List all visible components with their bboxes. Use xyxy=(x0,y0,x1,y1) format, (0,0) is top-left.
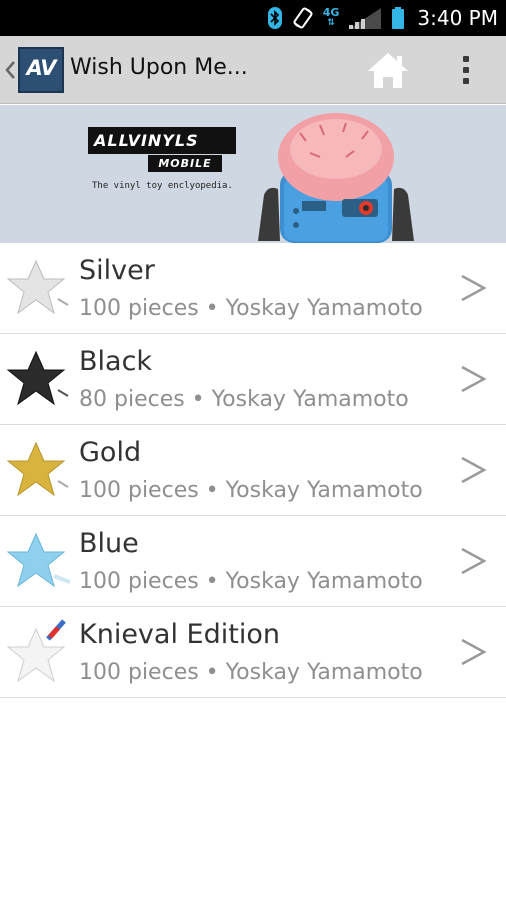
item-name: Black xyxy=(79,346,153,377)
app-logo[interactable]: AV xyxy=(18,47,64,93)
page-title: Wish Upon Me... xyxy=(70,55,248,80)
list-item[interactable]: Gold 100 pieces • Yoskay Yamamoto xyxy=(0,425,506,516)
ad-banner[interactable]: ALLVINYLS MOBILE The vinyl toy enclyoped… xyxy=(0,105,506,243)
item-subtitle: 100 pieces • Yoskay Yamamoto xyxy=(79,296,423,321)
banner-brand-subtitle: MOBILE xyxy=(148,155,222,172)
rotate-icon xyxy=(292,7,313,29)
network-label: 4G xyxy=(322,6,340,19)
item-subtitle: 100 pieces • Yoskay Yamamoto xyxy=(79,478,423,503)
list-item[interactable]: Knieval Edition 100 pieces • Yoskay Yama… xyxy=(0,607,506,698)
chevron-right-icon xyxy=(461,274,487,302)
star-thumbnail-icon xyxy=(6,259,69,315)
item-name: Silver xyxy=(79,255,155,286)
action-bar: AV Wish Upon Me... xyxy=(0,36,506,104)
app-logo-text: AV xyxy=(26,56,56,80)
clock: 3:40 PM xyxy=(417,6,498,30)
item-name: Knieval Edition xyxy=(79,619,280,650)
overflow-menu-icon[interactable] xyxy=(458,52,474,88)
chevron-right-icon xyxy=(461,547,487,575)
status-icons: 4G ⇅ 3:40 PM xyxy=(267,0,498,36)
bluetooth-icon xyxy=(267,7,282,29)
item-list: Silver 100 pieces • Yoskay Yamamoto Blac… xyxy=(0,243,506,698)
home-icon[interactable] xyxy=(366,50,410,90)
signal-icon xyxy=(349,8,382,29)
star-thumbnail-icon xyxy=(6,350,69,406)
banner-brand-title: ALLVINYLS xyxy=(88,127,236,154)
star-thumbnail-icon xyxy=(6,532,71,588)
chevron-right-icon xyxy=(461,638,487,666)
star-thumbnail-icon xyxy=(6,619,66,683)
item-subtitle: 100 pieces • Yoskay Yamamoto xyxy=(79,569,423,594)
chevron-right-icon xyxy=(461,365,487,393)
up-caret-icon[interactable] xyxy=(4,58,16,82)
list-item[interactable]: Silver 100 pieces • Yoskay Yamamoto xyxy=(0,243,506,334)
battery-icon xyxy=(392,7,405,29)
banner-tagline: The vinyl toy enclyopedia. xyxy=(92,181,233,191)
star-thumbnail-icon xyxy=(6,441,69,497)
network-4g-icon: 4G ⇅ xyxy=(322,6,340,28)
banner-brand: ALLVINYLS MOBILE The vinyl toy enclyoped… xyxy=(88,127,238,191)
robot-toy-image xyxy=(258,113,414,243)
status-bar: 4G ⇅ 3:40 PM xyxy=(0,0,506,36)
item-subtitle: 100 pieces • Yoskay Yamamoto xyxy=(79,660,423,685)
list-item[interactable]: Black 80 pieces • Yoskay Yamamoto xyxy=(0,334,506,425)
item-name: Gold xyxy=(79,437,142,468)
chevron-right-icon xyxy=(461,456,487,484)
item-subtitle: 80 pieces • Yoskay Yamamoto xyxy=(79,387,409,412)
item-name: Blue xyxy=(79,528,139,559)
list-item[interactable]: Blue 100 pieces • Yoskay Yamamoto xyxy=(0,516,506,607)
